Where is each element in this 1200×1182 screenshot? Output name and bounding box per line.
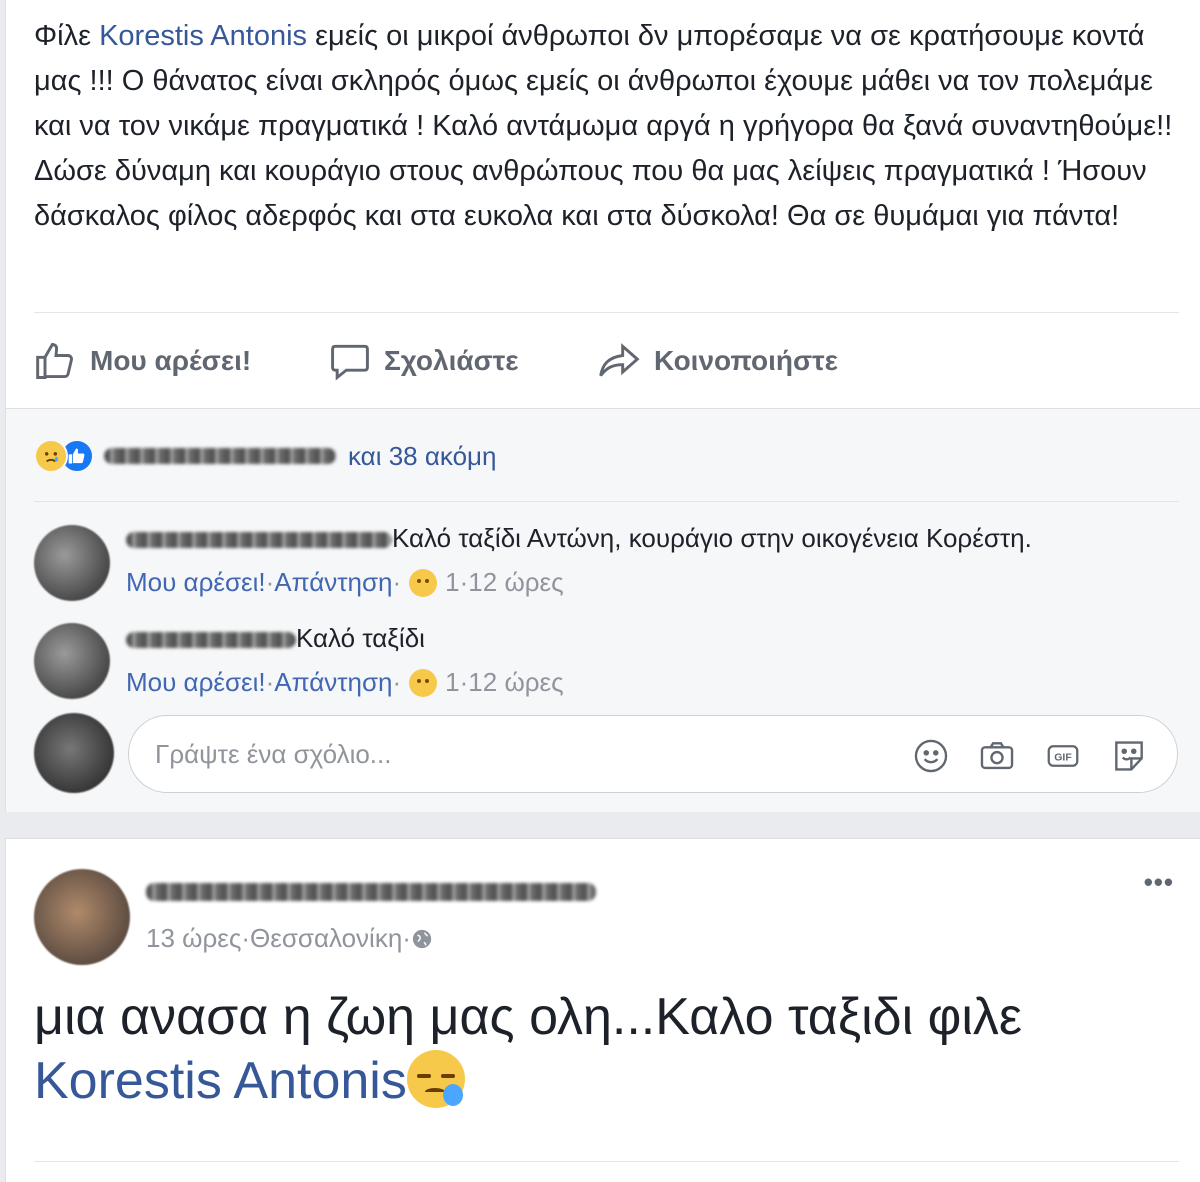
comment-like-link[interactable]: Μου αρέσει! xyxy=(126,667,266,698)
avatar[interactable] xyxy=(34,623,110,699)
like-label: Μου αρέσει! xyxy=(90,345,252,376)
avatar[interactable] xyxy=(34,713,114,793)
more-options-button[interactable]: ••• xyxy=(1144,867,1174,898)
comment-text: Καλό ταξίδι xyxy=(296,623,425,653)
reaction-count[interactable]: 1 xyxy=(445,667,459,698)
sad-reaction-icon xyxy=(409,568,438,597)
comment-label: Σχολιάστε xyxy=(384,345,519,376)
meta-separator: · xyxy=(241,923,251,953)
comments-section: και 38 ακόμη Καλό ταξίδι Αντώνη, κουράγι… xyxy=(6,408,1200,812)
post-location[interactable]: Θεσσαλονίκη xyxy=(250,923,402,954)
comment-like-link[interactable]: Μου αρέσει! xyxy=(126,567,266,598)
post-text: μια ανασα η ζωη μας ολη...Καλο ταξιδι φι… xyxy=(34,985,1174,1113)
comment-body: Καλό ταξίδι Αντώνη, κουράγιο στην οικογέ… xyxy=(126,523,1032,554)
divider xyxy=(34,1161,1179,1162)
meta-separator: · xyxy=(265,667,275,697)
like-button[interactable]: Μου αρέσει! xyxy=(34,336,251,386)
avatar[interactable] xyxy=(34,525,110,601)
comment-text: Καλό ταξίδι Αντώνη, κουράγιο στην οικογέ… xyxy=(392,523,1032,553)
post-meta: 13 ώρες · Θεσσαλονίκη · xyxy=(146,923,433,954)
blurred-name xyxy=(126,632,296,649)
crying-face-icon xyxy=(406,1050,465,1108)
meta-separator: · xyxy=(402,923,411,953)
avatar[interactable] xyxy=(34,869,130,965)
comment-composer: GIF xyxy=(128,715,1178,793)
comment-item: Καλό ταξίδι Αντώνη, κουράγιο στην οικογέ… xyxy=(34,523,1184,603)
comment-bubble-icon xyxy=(331,344,369,381)
globe-icon xyxy=(412,929,432,948)
blurred-name xyxy=(146,883,596,901)
comment-time[interactable]: 12 ώρες xyxy=(468,667,563,698)
meta-separator: · xyxy=(459,567,469,597)
sad-reaction-icon xyxy=(409,668,438,697)
comment-body: Καλό ταξίδι xyxy=(126,623,425,654)
post-text: Φίλε Korestis Antonis εμείς οι μικροί άν… xyxy=(34,14,1184,239)
post-text-body: μια ανασα η ζωη μας ολη...Καλο ταξιδι φι… xyxy=(34,988,1023,1046)
comment-meta: Μου αρέσει! · Απάντηση · 1 · 12 ώρες xyxy=(126,667,564,698)
comment-reply-link[interactable]: Απάντηση xyxy=(274,567,392,598)
reactions-summary[interactable]: και 38 ακόμη xyxy=(34,439,496,473)
post-text-prefix: Φίλε xyxy=(34,20,100,52)
comment-button[interactable]: Σχολιάστε xyxy=(328,336,519,386)
camera-icon[interactable] xyxy=(977,736,1017,776)
blurred-name xyxy=(126,532,392,549)
comment-item: Καλό ταξίδι Μου αρέσει! · Απάντηση · 1 ·… xyxy=(34,623,1184,703)
meta-separator: · xyxy=(392,567,402,597)
post-card: Φίλε Korestis Antonis εμείς οι μικροί άν… xyxy=(5,0,1200,812)
author-name[interactable] xyxy=(146,883,596,901)
reaction-count[interactable]: 1 xyxy=(445,567,459,598)
gif-icon[interactable]: GIF xyxy=(1043,736,1083,776)
meta-separator: · xyxy=(265,567,275,597)
sticker-icon[interactable] xyxy=(1109,736,1149,776)
reactions-count-text: και 38 ακόμη xyxy=(348,440,497,471)
thumbs-up-icon xyxy=(36,343,73,379)
comment-input[interactable] xyxy=(155,734,855,774)
share-arrow-icon xyxy=(599,343,640,377)
mention-link[interactable]: Korestis Antonis xyxy=(99,20,307,52)
post-card: 13 ώρες · Θεσσαλονίκη · ••• μια ανασα η … xyxy=(5,838,1200,1182)
emoji-icon[interactable] xyxy=(911,736,951,776)
action-bar: Μου αρέσει! Σχολιάστε Κοινοποιήστε xyxy=(6,336,1200,386)
divider xyxy=(34,501,1179,502)
share-label: Κοινοποιήστε xyxy=(654,345,838,376)
comment-time[interactable]: 12 ώρες xyxy=(468,567,563,598)
meta-separator: · xyxy=(459,667,469,697)
divider xyxy=(34,312,1179,313)
mention-link[interactable]: Korestis Antonis xyxy=(34,1052,407,1110)
share-button[interactable]: Κοινοποιήστε xyxy=(596,336,838,386)
sad-reaction-icon xyxy=(34,439,68,473)
svg-text:GIF: GIF xyxy=(1054,752,1072,764)
meta-separator: · xyxy=(392,667,402,697)
comment-reply-link[interactable]: Απάντηση xyxy=(274,667,392,698)
blurred-name xyxy=(104,448,336,464)
post-time[interactable]: 13 ώρες xyxy=(146,923,241,954)
comment-meta: Μου αρέσει! · Απάντηση · 1 · 12 ώρες xyxy=(126,567,564,598)
